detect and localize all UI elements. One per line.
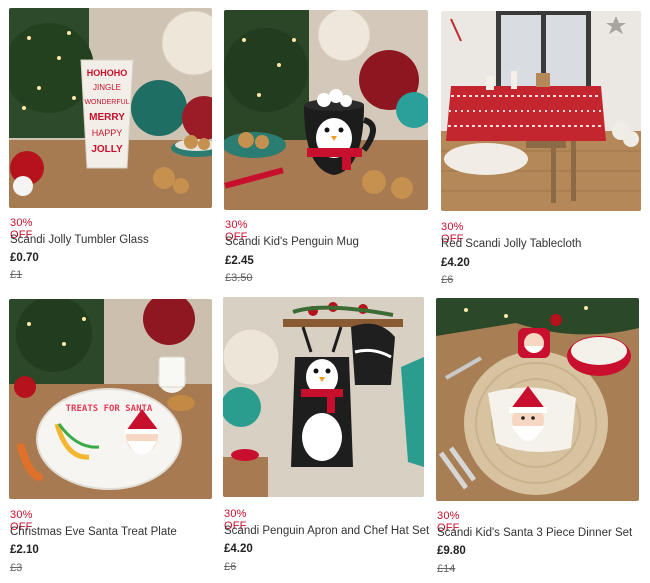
- product-image-santa-dinner-set[interactable]: [436, 298, 639, 501]
- product-image-tablecloth[interactable]: [441, 11, 641, 211]
- was-price: £1: [10, 269, 23, 281]
- product-price: £0.70: [10, 252, 39, 264]
- product-price: £4.20: [441, 257, 470, 269]
- product-image-tumbler[interactable]: HOHOHO JINGLE WONDERFUL MERRY HAPPY JOLL…: [9, 8, 212, 208]
- was-price: £6: [224, 561, 237, 573]
- tumbler-text-4: MERRY: [89, 112, 125, 123]
- product-price: £4.20: [224, 543, 253, 555]
- tumbler-text-1: HOHOHO: [87, 68, 128, 78]
- product-name[interactable]: Red Scandi Jolly Tablecloth: [441, 238, 581, 250]
- product-name[interactable]: Christmas Eve Santa Treat Plate: [10, 526, 177, 538]
- tumbler-text-5: HAPPY: [92, 128, 123, 138]
- tumbler-text-2: JINGLE: [93, 83, 121, 92]
- was-price: £14: [437, 563, 456, 575]
- product-name[interactable]: Scandi Penguin Apron and Chef Hat Set: [224, 525, 429, 537]
- was-price: £3.50: [225, 272, 253, 284]
- product-price: £2.45: [225, 255, 254, 267]
- was-price: £3: [10, 562, 23, 574]
- product-name[interactable]: Scandi Jolly Tumbler Glass: [10, 234, 149, 246]
- product-image-penguin-mug[interactable]: [224, 10, 428, 210]
- penguin-apron-photo: [223, 297, 424, 497]
- santa-plate-photo: TREATS FOR SANTA: [9, 299, 212, 499]
- santa-dinner-set-photo: [436, 298, 639, 501]
- product-image-penguin-apron[interactable]: [223, 297, 424, 497]
- product-price: £2.10: [10, 544, 39, 556]
- product-image-santa-plate[interactable]: TREATS FOR SANTA: [9, 299, 212, 499]
- product-name[interactable]: Scandi Kid's Santa 3 Piece Dinner Set: [437, 527, 632, 539]
- penguin-mug-photo: [224, 10, 428, 210]
- product-name[interactable]: Scandi Kid's Penguin Mug: [225, 236, 359, 248]
- tablecloth-photo: [441, 11, 641, 211]
- product-price: £9.80: [437, 545, 466, 557]
- was-price: £6: [441, 274, 454, 286]
- tumbler-text-6: JOLLY: [91, 144, 123, 155]
- tumbler-text-3: WONDERFUL: [84, 99, 129, 106]
- tumbler-photo: HOHOHO JINGLE WONDERFUL MERRY HAPPY JOLL…: [9, 8, 212, 208]
